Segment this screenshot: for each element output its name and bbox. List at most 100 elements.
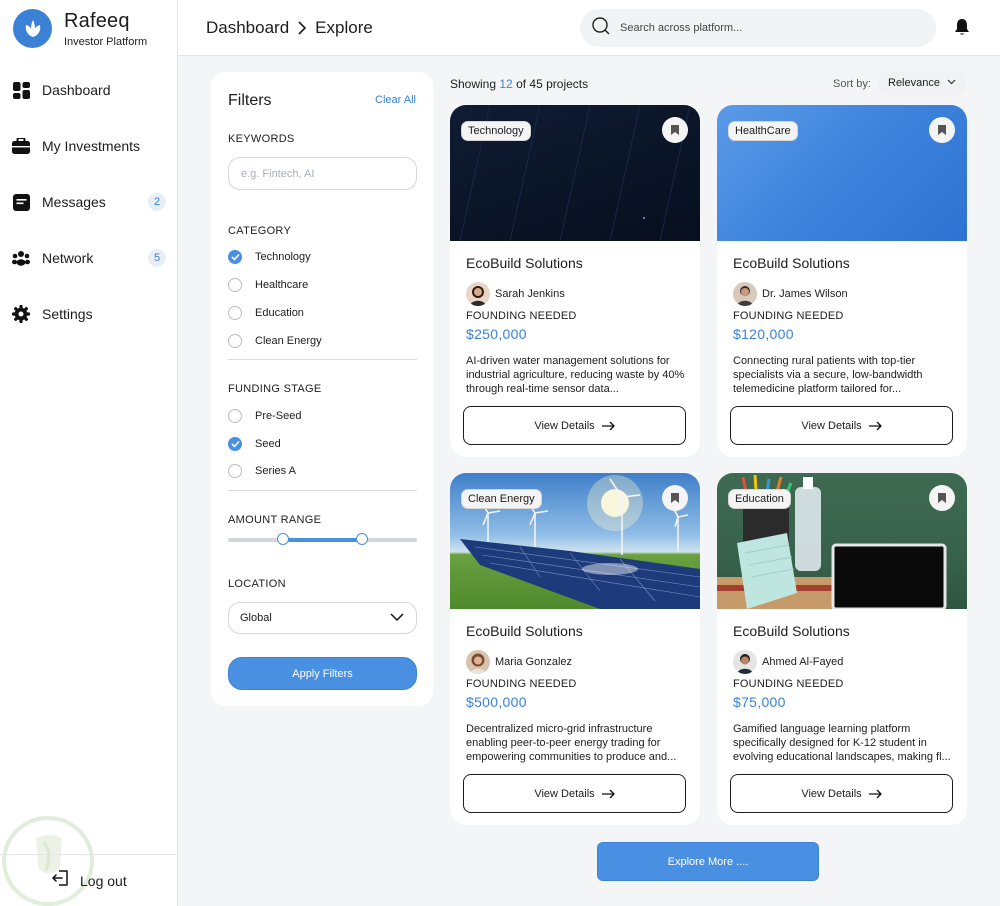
founder: Maria Gonzalez	[466, 650, 572, 674]
location-select[interactable]: Global	[228, 602, 417, 634]
category-option-education[interactable]: Education	[228, 306, 304, 320]
sidebar-item-label: My Investments	[42, 138, 141, 154]
radio-icon[interactable]	[228, 278, 242, 292]
view-details-label: View Details	[801, 419, 862, 432]
gear-icon	[12, 305, 30, 323]
search-bar[interactable]	[580, 9, 936, 47]
sidebar-item-settings[interactable]: Settings	[0, 286, 178, 342]
bookmark-icon[interactable]	[662, 485, 688, 511]
avatar	[466, 650, 490, 674]
search-icon	[592, 16, 610, 40]
divider	[228, 359, 417, 360]
category-label: CATEGORY	[228, 225, 292, 237]
sidebar-item-label: Messages	[42, 194, 106, 210]
checked-radio-icon[interactable]	[228, 437, 242, 451]
location-value: Global	[240, 612, 272, 624]
avatar	[733, 650, 757, 674]
apply-filters-button[interactable]: Apply Filters	[228, 657, 417, 690]
view-details-button[interactable]: View Details	[730, 774, 953, 813]
stage-option-pre-seed[interactable]: Pre-Seed	[228, 409, 301, 423]
breadcrumb-explore: Explore	[315, 18, 373, 37]
view-details-button[interactable]: View Details	[463, 774, 686, 813]
category-option-healthcare[interactable]: Healthcare	[228, 278, 308, 292]
category-tag: Clean Energy	[461, 489, 542, 509]
bell-icon[interactable]	[954, 18, 972, 36]
category-option-technology[interactable]: Technology	[228, 250, 311, 264]
project-title: EcoBuild Solutions	[466, 255, 583, 271]
stage-option-series-a[interactable]: Series A	[228, 464, 296, 478]
project-description: AI-driven water management solutions for…	[466, 355, 685, 395]
logout-label: Log out	[80, 872, 127, 889]
category-option-label: Clean Energy	[255, 335, 322, 347]
results-count-suffix: of 45 projects	[516, 77, 589, 91]
sidebar-nav: Dashboard My Investments Messages 2 Netw…	[0, 62, 178, 342]
avatar	[466, 282, 490, 306]
search-input[interactable]	[620, 22, 910, 34]
view-details-label: View Details	[534, 787, 595, 800]
category-option-label: Healthcare	[255, 279, 309, 291]
project-card: Education EcoBuild Solutions Ahmed Al-Fa…	[717, 473, 967, 825]
checked-radio-icon[interactable]	[228, 250, 242, 264]
briefcase-icon	[12, 137, 30, 155]
message-icon	[12, 193, 30, 211]
bookmark-icon[interactable]	[929, 485, 955, 511]
messages-count-badge: 2	[148, 193, 166, 211]
stage-option-label: Series A	[255, 465, 296, 477]
avatar	[733, 282, 757, 306]
founder: Sarah Jenkins	[466, 282, 565, 306]
sidebar-item-network[interactable]: Network 5	[0, 230, 178, 286]
sidebar-item-dashboard[interactable]: Dashboard	[0, 62, 178, 118]
bookmark-icon[interactable]	[662, 117, 688, 143]
category-tag: HealthCare	[728, 121, 798, 141]
stage-option-seed[interactable]: Seed	[228, 437, 281, 451]
project-card: Clean Energy EcoBuild Solutions Maria Go…	[450, 473, 700, 825]
sidebar-item-label: Settings	[42, 306, 93, 322]
radio-icon[interactable]	[228, 306, 242, 320]
radio-icon[interactable]	[228, 464, 242, 478]
keywords-label: KEYWORDS	[228, 133, 295, 145]
funding-amount: $500,000	[466, 694, 527, 710]
category-tag: Technology	[461, 121, 531, 141]
logout-button[interactable]: Log out	[0, 854, 178, 906]
project-title: EcoBuild Solutions	[733, 255, 850, 271]
category-tag: Education	[728, 489, 791, 509]
sidebar-item-label: Network	[42, 250, 94, 266]
founder-name: Dr. James Wilson	[762, 288, 848, 300]
view-details-button[interactable]: View Details	[463, 406, 686, 445]
results-count: Showing 12 of 45 projects	[450, 77, 588, 91]
breadcrumb: Dashboard Explore	[206, 18, 373, 38]
amount-range-fill	[282, 538, 363, 542]
funding-needed-label: FOUNDING NEEDED	[466, 678, 577, 690]
radio-icon[interactable]	[228, 409, 242, 423]
funding-amount: $120,000	[733, 326, 794, 342]
sidebar-item-my-investments[interactable]: My Investments	[0, 118, 178, 174]
founder: Dr. James Wilson	[733, 282, 848, 306]
explore-more-button[interactable]: Explore More ....	[597, 842, 819, 881]
amount-range-min-handle[interactable]	[276, 533, 289, 545]
amount-range-slider[interactable]	[228, 533, 417, 545]
location-label: LOCATION	[228, 578, 286, 590]
project-description: Gamified language learning platform spec…	[733, 723, 951, 763]
radio-icon[interactable]	[228, 334, 242, 348]
project-card: HealthCare EcoBuild Solutions Dr. James …	[717, 105, 967, 457]
view-details-button[interactable]: View Details	[730, 406, 953, 445]
sort-select[interactable]: Relevance	[878, 71, 966, 95]
sidebar-item-messages[interactable]: Messages 2	[0, 174, 178, 230]
results-shown-count: 12	[499, 77, 513, 91]
sidebar-item-label: Dashboard	[42, 82, 111, 98]
funding-stage-label: FUNDING STAGE	[228, 383, 322, 395]
clear-all-link[interactable]: Clear All	[375, 94, 416, 106]
funding-needed-label: FOUNDING NEEDED	[733, 310, 844, 322]
funding-amount: $75,000	[733, 694, 786, 710]
keywords-input[interactable]	[228, 157, 417, 190]
filters-panel: Filters Clear All KEYWORDS CATEGORY Tech…	[211, 72, 433, 706]
funding-amount: $250,000	[466, 326, 527, 342]
funding-needed-label: FOUNDING NEEDED	[733, 678, 844, 690]
amount-range-max-handle[interactable]	[356, 533, 369, 545]
category-option-label: Education	[255, 307, 304, 319]
project-card: Technology EcoBuild Solutions Sarah Jenk…	[450, 105, 700, 457]
bookmark-icon[interactable]	[929, 117, 955, 143]
category-option-clean-energy[interactable]: Clean Energy	[228, 334, 322, 348]
sort-value: Relevance	[888, 77, 940, 89]
breadcrumb-dashboard[interactable]: Dashboard	[206, 18, 289, 38]
